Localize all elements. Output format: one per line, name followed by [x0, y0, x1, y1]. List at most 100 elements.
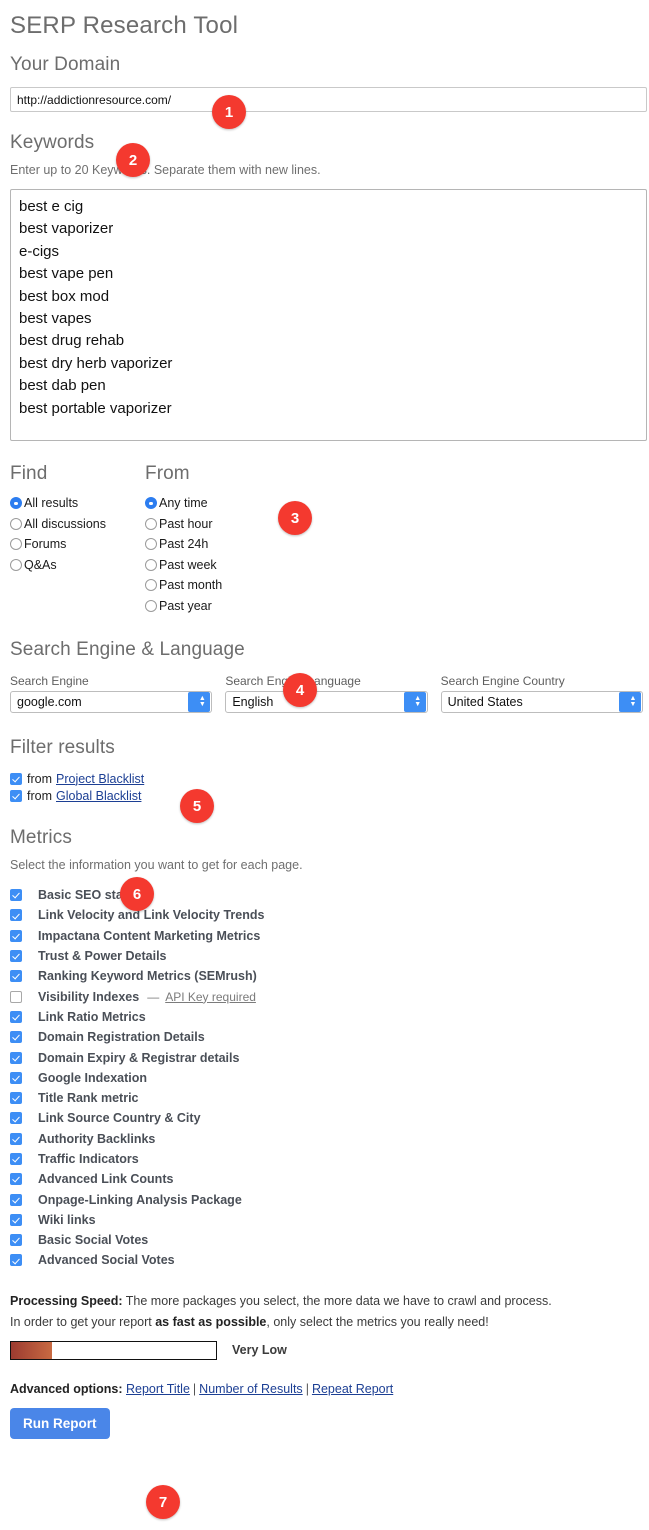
checkbox-icon[interactable] [10, 1112, 22, 1125]
speed-bar-fill [11, 1341, 52, 1359]
radio-icon[interactable] [145, 538, 157, 551]
engine-select[interactable]: google.com ▲ ▼ [10, 691, 213, 713]
engine-select-value: United States [447, 695, 523, 709]
checkbox-icon[interactable] [10, 789, 22, 802]
metric-row[interactable]: Wiki links [6, 1210, 643, 1230]
domain-input[interactable] [10, 87, 647, 112]
radio-icon[interactable] [10, 538, 22, 551]
find-option-label: All results [24, 496, 79, 511]
speed-line2-a: In order to get your report [10, 1314, 156, 1329]
filter-row[interactable]: from Global Blacklist [6, 787, 643, 804]
run-report-button[interactable]: Run Report [10, 1407, 110, 1439]
checkbox-icon[interactable] [10, 909, 22, 922]
api-key-required-link[interactable]: API Key required [165, 990, 256, 1004]
checkbox-icon[interactable] [10, 889, 22, 902]
metric-row[interactable]: Advanced Link Counts [6, 1169, 643, 1189]
from-option-2[interactable]: Past 24h [145, 534, 222, 555]
annotation-badge-6: 6 [120, 877, 154, 911]
checkbox-icon[interactable] [10, 1254, 22, 1267]
find-option-label: Forums [24, 537, 67, 552]
metric-row[interactable]: Impactana Content Marketing Metrics [6, 926, 643, 946]
checkbox-icon[interactable] [10, 1051, 22, 1064]
metric-row[interactable]: Basic Social Votes [6, 1230, 643, 1250]
radio-icon[interactable] [145, 517, 157, 530]
find-option-3[interactable]: Q&As [10, 555, 145, 576]
find-option-2[interactable]: Forums [10, 534, 145, 555]
metric-label: Trust & Power Details [38, 949, 167, 964]
engine-select-value: English [232, 695, 274, 709]
engine-select-value: google.com [17, 695, 82, 709]
metric-row[interactable]: Ranking Keyword Metrics (SEMrush) [6, 966, 643, 986]
advanced-option-link[interactable]: Repeat Report [312, 1382, 393, 1396]
search-engine-fields: Search Enginegoogle.com▲▼Search Engine L… [6, 674, 643, 713]
filter-row[interactable]: from Project Blacklist [6, 770, 643, 787]
checkbox-icon[interactable] [10, 1132, 22, 1145]
keywords-textarea[interactable]: best e cig best vaporizer e-cigs best va… [10, 189, 647, 441]
radio-icon[interactable] [10, 497, 22, 510]
metric-row[interactable]: Trust & Power Details [6, 946, 643, 966]
chevron-updown-icon[interactable]: ▲ ▼ [403, 692, 426, 712]
radio-icon[interactable] [145, 599, 157, 612]
checkbox-icon[interactable] [10, 1092, 22, 1105]
from-option-3[interactable]: Past week [145, 555, 222, 576]
advanced-option-link[interactable]: Report Title [126, 1382, 190, 1396]
filter-row-prefix: from [27, 788, 52, 803]
processing-speed-label: Processing Speed: [10, 1293, 123, 1308]
checkbox-icon[interactable] [10, 1010, 22, 1023]
metric-row[interactable]: Title Rank metric [6, 1088, 643, 1108]
metric-row[interactable]: Basic SEO stats [6, 885, 643, 905]
from-option-4[interactable]: Past month [145, 575, 222, 596]
metric-row[interactable]: Authority Backlinks [6, 1129, 643, 1149]
keywords-hint: Enter up to 20 Keywords. Separate them w… [10, 163, 321, 177]
checkbox-icon[interactable] [10, 1234, 22, 1247]
checkbox-icon[interactable] [10, 1071, 22, 1084]
find-option-1[interactable]: All discussions [10, 514, 145, 535]
annotation-badge-3: 3 [278, 501, 312, 535]
metric-row[interactable]: Domain Expiry & Registrar details [6, 1047, 643, 1067]
blacklist-link[interactable]: Project Blacklist [56, 772, 144, 786]
speed-line2-b: , only select the metrics you really nee… [266, 1314, 489, 1329]
metric-label: Title Rank metric [38, 1091, 139, 1106]
filter-rows: from Project Blacklist from Global Blacklis… [6, 770, 643, 804]
engine-select[interactable]: United States ▲ ▼ [440, 691, 643, 713]
metric-row[interactable]: Link Ratio Metrics [6, 1007, 643, 1027]
radio-icon[interactable] [10, 517, 22, 530]
from-option-5[interactable]: Past year [145, 596, 222, 617]
metric-row[interactable]: Advanced Social Votes [6, 1250, 643, 1270]
checkbox-icon[interactable] [10, 929, 22, 942]
metric-row[interactable]: Onpage-Linking Analysis Package [6, 1189, 643, 1209]
radio-icon[interactable] [145, 497, 157, 510]
metric-row[interactable]: Link Source Country & City [6, 1108, 643, 1128]
advanced-option-link[interactable]: Number of Results [199, 1382, 303, 1396]
metric-label: Link Velocity and Link Velocity Trends [38, 908, 265, 923]
metric-row[interactable]: Visibility Indexes — API Key required [6, 986, 643, 1006]
radio-icon[interactable] [10, 558, 22, 571]
your-domain-heading: Your Domain [10, 54, 121, 75]
checkbox-icon[interactable] [10, 772, 22, 785]
checkbox-icon[interactable] [10, 970, 22, 983]
checkbox-icon[interactable] [10, 1031, 22, 1044]
radio-icon[interactable] [145, 579, 157, 592]
from-option-0[interactable]: Any time [145, 493, 222, 514]
advanced-link-separator: | [305, 1381, 309, 1396]
checkbox-icon[interactable] [10, 1193, 22, 1206]
checkbox-icon[interactable] [10, 1213, 22, 1226]
metric-row[interactable]: Link Velocity and Link Velocity Trends [6, 905, 643, 925]
checkbox-icon[interactable] [10, 1153, 22, 1165]
chevron-updown-icon[interactable]: ▲ ▼ [188, 692, 211, 712]
annotation-badge-2: 2 [116, 143, 150, 177]
radio-icon[interactable] [145, 558, 157, 571]
checkbox-icon[interactable] [10, 990, 22, 1003]
chevron-updown-icon[interactable]: ▲ ▼ [618, 692, 641, 712]
metric-row[interactable]: Google Indexation [6, 1068, 643, 1088]
checkbox-icon[interactable] [10, 950, 22, 963]
engine-select[interactable]: English ▲ ▼ [225, 691, 428, 713]
metric-label: Link Source Country & City [38, 1111, 201, 1126]
metric-row[interactable]: Domain Registration Details [6, 1027, 643, 1047]
find-option-0[interactable]: All results [10, 493, 145, 514]
checkbox-icon[interactable] [10, 1173, 22, 1186]
engine-field-2: Search Engine Country United States ▲ ▼ [440, 674, 643, 713]
blacklist-link[interactable]: Global Blacklist [56, 789, 141, 803]
metric-row[interactable]: Traffic Indicators [6, 1149, 643, 1169]
from-option-1[interactable]: Past hour [145, 514, 222, 535]
